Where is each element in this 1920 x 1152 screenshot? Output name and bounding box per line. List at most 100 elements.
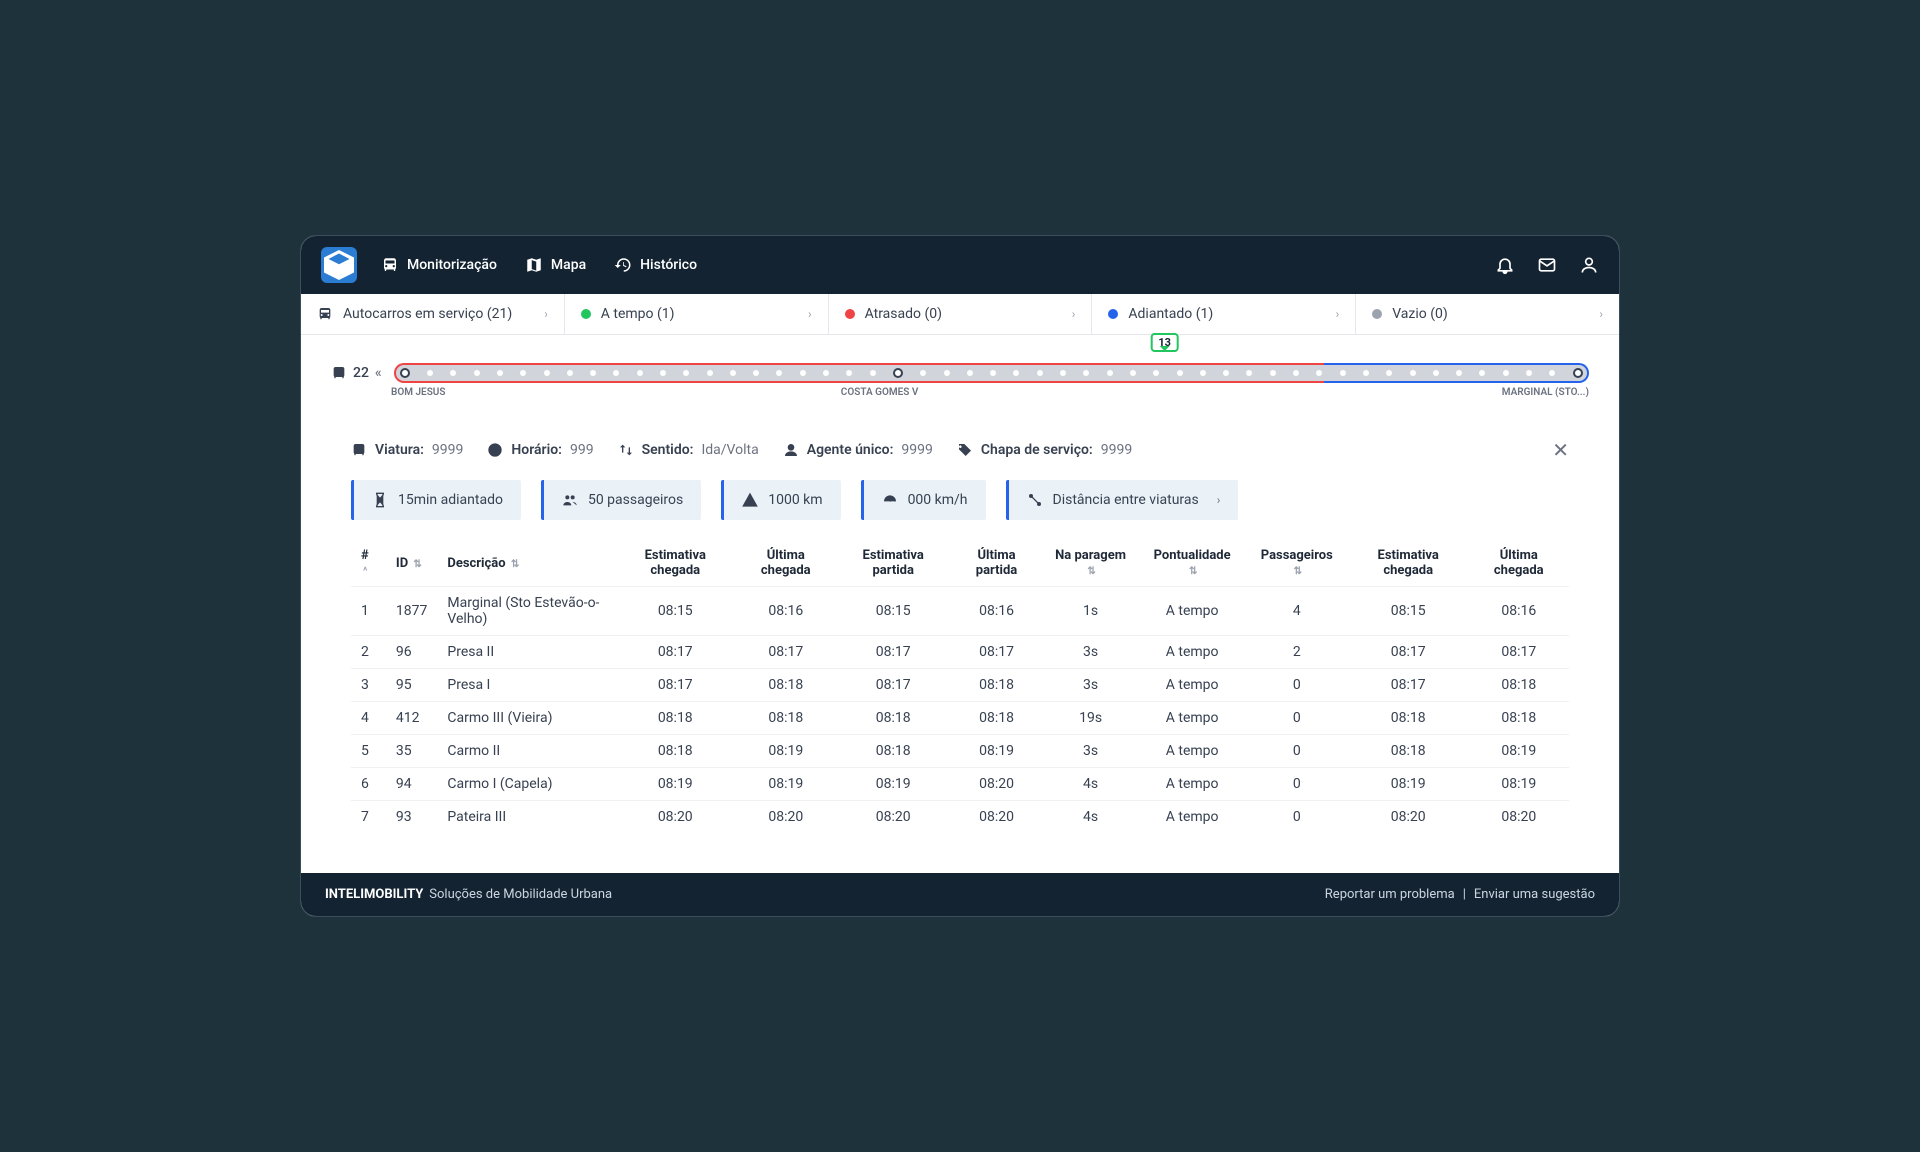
table-row[interactable]: 793Pateira III08:2008:2008:2008:204sA te… (351, 801, 1569, 834)
filter-label: A tempo (1) (601, 306, 675, 322)
nav-history[interactable]: Histórico (614, 256, 697, 274)
stop-dot[interactable] (1526, 370, 1532, 376)
stop-dot[interactable] (846, 370, 852, 376)
col-ult-cheg[interactable]: Última chegada (736, 540, 836, 587)
stop-dot[interactable] (1223, 370, 1229, 376)
col-paragem[interactable]: Na paragem ⇅ (1043, 540, 1139, 587)
stop-dot[interactable] (427, 370, 433, 376)
stop-dot[interactable] (1316, 370, 1322, 376)
close-button[interactable]: ✕ (1552, 438, 1569, 462)
stop-dot[interactable] (1503, 370, 1509, 376)
stop-dot[interactable] (1479, 370, 1485, 376)
stop-dot[interactable] (753, 370, 759, 376)
stop-dot[interactable] (1456, 370, 1462, 376)
topbar-actions (1495, 255, 1599, 275)
topbar: Monitorização Mapa Histórico (301, 236, 1619, 294)
stop-end[interactable] (1573, 368, 1583, 378)
stop-dot[interactable] (1433, 370, 1439, 376)
app-logo[interactable] (321, 247, 357, 283)
filter-empty[interactable]: Vazio (0) › (1356, 294, 1619, 334)
col-est-cheg[interactable]: Estimativa chegada (615, 540, 736, 587)
route-track[interactable]: 13 (394, 365, 1589, 381)
filter-late[interactable]: Atrasado (0) › (829, 294, 1093, 334)
col-pont[interactable]: Pontualidade ⇅ (1139, 540, 1246, 587)
stop-dot[interactable] (823, 370, 829, 376)
stop-dot[interactable] (1200, 370, 1206, 376)
sort-icon: ⇅ (413, 559, 421, 570)
table-row[interactable]: 535Carmo II08:1808:1908:1808:193sA tempo… (351, 735, 1569, 768)
stop-dot[interactable] (474, 370, 480, 376)
vehicle-marker[interactable]: 13 (1150, 333, 1179, 352)
stop-dot[interactable] (1293, 370, 1299, 376)
stop-mid[interactable] (893, 368, 903, 378)
table-row[interactable]: 11877Marginal (Sto Estevão-o-Velho)08:15… (351, 587, 1569, 636)
sort-asc-icon: ^ (363, 566, 367, 577)
footer-report-link[interactable]: Reportar um problema (1325, 887, 1455, 902)
col-est-part[interactable]: Estimativa partida (836, 540, 951, 587)
table-row[interactable]: 694Carmo I (Capela)08:1908:1908:1908:204… (351, 768, 1569, 801)
stop-dot[interactable] (660, 370, 666, 376)
stop-dot[interactable] (520, 370, 526, 376)
stop-dot[interactable] (567, 370, 573, 376)
stat-adiantado: 15min adiantado (351, 480, 521, 520)
stop-dot[interactable] (450, 370, 456, 376)
table-row[interactable]: 395Presa I08:1708:1808:1708:183sA tempo0… (351, 669, 1569, 702)
stop-dot[interactable] (613, 370, 619, 376)
stop-dot[interactable] (497, 370, 503, 376)
nav-map[interactable]: Mapa (525, 256, 586, 274)
stop-dot[interactable] (1246, 370, 1252, 376)
stop-dot[interactable] (1013, 370, 1019, 376)
stop-dot[interactable] (1386, 370, 1392, 376)
stop-dot[interactable] (1037, 370, 1043, 376)
stop-dot[interactable] (544, 370, 550, 376)
stop-dot[interactable] (1060, 370, 1066, 376)
stop-dot[interactable] (1130, 370, 1136, 376)
stat-distancia-link[interactable]: Distância entre viaturas › (1006, 480, 1239, 520)
sort-icon: ⇅ (1087, 566, 1095, 577)
filter-in-service[interactable]: Autocarros em serviço (21) › (301, 294, 565, 334)
stop-dot[interactable] (800, 370, 806, 376)
stop-dot[interactable] (1363, 370, 1369, 376)
stop-dot[interactable] (1270, 370, 1276, 376)
col-desc[interactable]: Descrição ⇅ (437, 540, 615, 587)
stop-start[interactable] (400, 368, 410, 378)
stop-dot[interactable] (967, 370, 973, 376)
footer-suggest-link[interactable]: Enviar uma sugestão (1474, 887, 1595, 902)
stop-dot[interactable] (870, 370, 876, 376)
stop-dot[interactable] (776, 370, 782, 376)
stop-dot[interactable] (1177, 370, 1183, 376)
filter-early[interactable]: Adiantado (1) › (1092, 294, 1356, 334)
stop-dot[interactable] (1340, 370, 1346, 376)
filter-ontime[interactable]: A tempo (1) › (565, 294, 829, 334)
stop-dot[interactable] (730, 370, 736, 376)
table-row[interactable]: 296Presa II08:1708:1708:1708:173sA tempo… (351, 636, 1569, 669)
table-row[interactable]: 4412Carmo III (Vieira)08:1808:1808:1808:… (351, 702, 1569, 735)
stop-dot[interactable] (707, 370, 713, 376)
col-num[interactable]: # ^ (351, 540, 386, 587)
stop-dot[interactable] (944, 370, 950, 376)
stop-dot[interactable] (637, 370, 643, 376)
stop-dot[interactable] (1083, 370, 1089, 376)
user-icon[interactable] (1579, 255, 1599, 275)
stop-dot[interactable] (590, 370, 596, 376)
collapse-icon[interactable]: « (375, 365, 382, 381)
col-est-cheg2[interactable]: Estimativa chegada (1348, 540, 1469, 587)
bell-icon[interactable] (1495, 255, 1515, 275)
stop-dot[interactable] (1153, 370, 1159, 376)
footer-tagline: Soluções de Mobilidade Urbana (429, 887, 612, 902)
nav-monitor[interactable]: Monitorização (381, 256, 497, 274)
stop-dot[interactable] (990, 370, 996, 376)
stop-dot[interactable] (683, 370, 689, 376)
stop-dot[interactable] (1549, 370, 1555, 376)
bus-icon (351, 442, 367, 458)
stop-dot[interactable] (1107, 370, 1113, 376)
col-ult-part[interactable]: Última partida (950, 540, 1042, 587)
mail-icon[interactable] (1537, 255, 1557, 275)
col-pass[interactable]: Passageiros ⇅ (1246, 540, 1348, 587)
main-nav: Monitorização Mapa Histórico (381, 256, 1495, 274)
stop-dot[interactable] (1410, 370, 1416, 376)
stop-dot[interactable] (920, 370, 926, 376)
col-ult-cheg2[interactable]: Última chegada (1469, 540, 1569, 587)
col-id[interactable]: ID ⇅ (386, 540, 437, 587)
route-line-label[interactable]: 22 « (331, 365, 382, 381)
